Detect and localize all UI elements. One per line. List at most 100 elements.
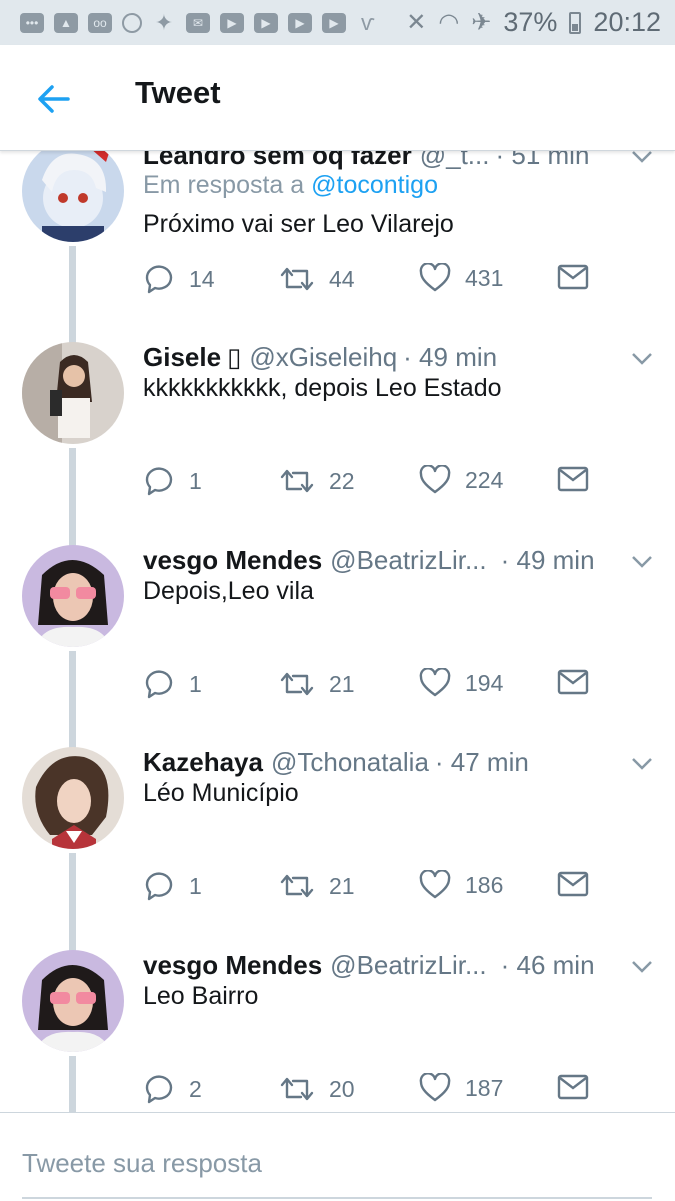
direct-message-button[interactable]: [557, 465, 589, 493]
heart-icon: [419, 1073, 451, 1102]
vivo-icon: ѵ: [361, 9, 375, 35]
username[interactable]: @xGiseleihq: [249, 342, 397, 373]
retweet-icon: [280, 267, 314, 291]
thread-line: [69, 246, 76, 351]
display-name[interactable]: Kazehaya: [143, 747, 263, 778]
reply-prefix: Em resposta a: [143, 171, 312, 199]
reply-button[interactable]: 1: [143, 465, 202, 497]
retweet-count: 44: [329, 265, 355, 292]
chevron-down-icon[interactable]: [631, 960, 653, 974]
timestamp: · 47 min: [434, 747, 529, 777]
thread-line: [69, 853, 76, 958]
avatar[interactable]: [22, 342, 124, 444]
reply-button[interactable]: 1: [143, 668, 202, 700]
like-button[interactable]: 431: [419, 263, 503, 293]
reply-button[interactable]: 14: [143, 263, 215, 295]
tweet-item[interactable]: Leandro sem oq fazer @_t... · 51 min Em …: [0, 150, 675, 353]
app-header: Tweet: [0, 45, 675, 151]
wifi-icon: ◠: [438, 9, 460, 36]
tweet-header: vesgo Mendes @BeatrizLir... · 49 min: [143, 545, 633, 577]
youtube-icon: ▶: [254, 12, 278, 33]
display-name[interactable]: Leandro sem oq fazer: [143, 150, 412, 171]
chat-bubble-icon: •••: [20, 12, 44, 33]
retweet-count: 21: [329, 670, 355, 697]
retweet-button[interactable]: 21: [279, 870, 355, 902]
image-icon: ▲: [54, 12, 78, 33]
username[interactable]: @BeatrizLir...: [330, 950, 486, 981]
display-name-emoji: ▯: [227, 342, 242, 372]
chevron-down-icon[interactable]: [631, 352, 653, 366]
heart-icon: [419, 263, 451, 292]
display-name[interactable]: vesgo Mendes: [143, 950, 322, 981]
retweet-button[interactable]: 44: [279, 263, 355, 295]
chevron-down-icon[interactable]: [631, 555, 653, 569]
like-count: 186: [465, 871, 504, 898]
status-bar: ••• ▲ oo ✦ ✉ ▶ ▶ ▶ ▶ ѵ ✕ ◠ ✈ 37% 20:12: [0, 0, 675, 45]
heart-icon: [419, 465, 451, 494]
thread-line: [69, 651, 76, 756]
notification-icons: ••• ▲ oo ✦ ✉ ▶ ▶ ▶ ▶ ѵ: [0, 9, 380, 35]
tweet-actions: 2 20 187: [143, 1073, 603, 1109]
reply-button[interactable]: 1: [143, 870, 202, 902]
reply-count: 1: [189, 872, 202, 899]
chevron-down-icon[interactable]: [631, 757, 653, 771]
tweet-actions: 1 21 194: [143, 668, 603, 704]
username[interactable]: @BeatrizLir...: [330, 545, 486, 576]
username[interactable]: @Tchonatalia: [271, 747, 429, 778]
tweet-item[interactable]: vesgo Mendes @BeatrizLir... · 46 min Leo…: [0, 950, 675, 1112]
reply-icon: [145, 467, 173, 496]
like-button[interactable]: 187: [419, 1073, 503, 1103]
like-button[interactable]: 224: [419, 465, 503, 495]
avatar[interactable]: [22, 747, 124, 849]
retweet-count: 21: [329, 872, 355, 899]
like-button[interactable]: 194: [419, 668, 503, 698]
reply-input[interactable]: [22, 1137, 652, 1199]
direct-message-button[interactable]: [557, 668, 589, 696]
reply-context: Em resposta a @tocontigo: [143, 171, 438, 200]
direct-message-button[interactable]: [557, 870, 589, 898]
chevron-down-icon[interactable]: [631, 150, 653, 164]
voicemail-icon: oo: [88, 12, 112, 33]
timestamp: · 49 min: [403, 342, 498, 372]
timestamp: · 49 min: [500, 545, 595, 575]
like-button[interactable]: 186: [419, 870, 503, 900]
timestamp: · 51 min: [495, 150, 590, 170]
arrow-left-icon[interactable]: [34, 79, 74, 119]
retweet-button[interactable]: 21: [279, 668, 355, 700]
tweet-item[interactable]: Kazehaya @Tchonatalia · 47 min Léo Munic…: [0, 747, 675, 960]
tweet-text: kkkkkkkkkkk, depois Leo Estado: [143, 374, 502, 402]
thread-line: [69, 1056, 76, 1112]
direct-message-button[interactable]: [557, 263, 589, 291]
display-name[interactable]: Gisele: [143, 342, 221, 373]
clock: 20:12: [593, 7, 661, 37]
battery-percent: 37%: [503, 7, 558, 37]
retweet-icon: [280, 672, 314, 696]
retweet-count: 20: [329, 1075, 355, 1102]
retweet-count: 22: [329, 467, 355, 494]
direct-message-button[interactable]: [557, 1073, 589, 1101]
youtube-icon: ▶: [322, 12, 346, 33]
retweet-button[interactable]: 20: [279, 1073, 355, 1105]
tweet-item[interactable]: vesgo Mendes @BeatrizLir... · 49 min Dep…: [0, 545, 675, 758]
reply-count: 14: [189, 265, 215, 292]
retweet-button[interactable]: 22: [279, 465, 355, 497]
reply-thread[interactable]: Leandro sem oq fazer @_t... · 51 min Em …: [0, 150, 675, 1112]
username[interactable]: @_t...: [420, 150, 490, 171]
like-count: 194: [465, 669, 504, 696]
reply-composer: [0, 1112, 675, 1201]
display-name[interactable]: vesgo Mendes: [143, 545, 322, 576]
tweet-text: Próximo vai ser Leo Vilarejo: [143, 210, 454, 238]
like-count: 224: [465, 466, 504, 493]
tweet-header: Gisele ▯ @xGiseleihq · 49 min: [143, 342, 633, 374]
tweet-actions: 1 22 224: [143, 465, 603, 501]
tweet-header: Leandro sem oq fazer @_t... · 51 min: [143, 150, 633, 172]
reply-icon: [145, 670, 173, 699]
tweet-item[interactable]: Gisele ▯ @xGiseleihq · 49 min kkkkkkkkkk…: [0, 342, 675, 555]
reply-count: 1: [189, 467, 202, 494]
thread-line: [69, 448, 76, 553]
avatar[interactable]: [22, 150, 124, 242]
reply-mention-link[interactable]: @tocontigo: [311, 171, 438, 199]
avatar[interactable]: [22, 950, 124, 1052]
reply-button[interactable]: 2: [143, 1073, 202, 1105]
avatar[interactable]: [22, 545, 124, 647]
